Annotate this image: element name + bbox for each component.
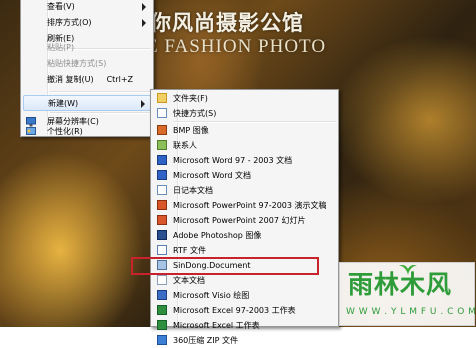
excel-icon (157, 320, 167, 330)
menu-item-new-label: 新建(W) (48, 99, 79, 108)
new-submenu-item-label: Microsoft Excel 97-2003 工作表 (173, 306, 296, 315)
rtf-icon (157, 245, 167, 255)
folder-icon (157, 93, 167, 103)
new-submenu-item-label: Microsoft PowerPoint 97-2003 演示文稿 (173, 201, 327, 210)
menu-item-new[interactable]: 新建(W) (23, 95, 151, 111)
menu-item-paste-shortcut[interactable]: 粘贴快捷方式(S) (23, 56, 151, 72)
menu-item-paste[interactable]: 粘贴(P) (23, 40, 151, 56)
new-submenu-item[interactable]: 文本文档 (153, 273, 336, 288)
new-submenu-item-label: 快捷方式(S) (173, 109, 217, 118)
menu-item-personalize[interactable]: 个性化(R) (23, 126, 151, 138)
submenu-arrow-icon (142, 19, 146, 27)
new-submenu-item[interactable]: Microsoft Word 文档 (153, 168, 336, 183)
new-submenu-item-label: Microsoft Visio 绘图 (173, 291, 250, 300)
new-submenu-item[interactable]: 日记本文档 (153, 183, 336, 198)
new-submenu-item[interactable]: 联系人 (153, 138, 336, 153)
new-submenu-item-label: RTF 文件 (173, 246, 207, 255)
new-submenu-item-label: Microsoft Excel 工作表 (173, 321, 260, 330)
menu-item-sort-by-label: 排序方式(O) (47, 18, 92, 27)
new-submenu-item[interactable]: Microsoft Visio 绘图 (153, 288, 336, 303)
menu-item-undo-copy-shortcut: Ctrl+Z (106, 75, 133, 84)
submenu-arrow-icon (142, 3, 146, 11)
new-submenu-item-label: 日记本文档 (173, 186, 213, 195)
new-submenu-item[interactable]: RTF 文件 (153, 243, 336, 258)
submenu-arrow-icon (141, 100, 145, 108)
menu-item-paste-shortcut-label: 粘贴快捷方式(S) (47, 59, 107, 68)
new-submenu-item[interactable]: 360压缩 ZIP 文件 (153, 333, 336, 348)
menu-item-sort-by[interactable]: 排序方式(O) (23, 15, 151, 31)
new-submenu-item-label: 联系人 (173, 141, 197, 150)
photoshop-icon (157, 230, 167, 240)
new-submenu-item[interactable]: Microsoft Word 97 - 2003 文档 (153, 153, 336, 168)
zip-icon (157, 335, 167, 345)
menu-item-personalize-label: 个性化(R) (47, 127, 83, 136)
new-submenu-item[interactable]: Microsoft Excel 工作表 (153, 318, 336, 333)
new-submenu-item-label: Adobe Photoshop 图像 (173, 231, 262, 240)
text-document-icon (157, 275, 167, 285)
leaf-icon (398, 261, 418, 277)
watermark-url: W W W . Y L M F U . C O M (346, 307, 476, 317)
highlight-annotation-box (131, 257, 319, 275)
menu-item-undo-copy[interactable]: 撤消 复制(U) Ctrl+Z (23, 72, 151, 88)
visio-icon (157, 290, 167, 300)
shortcut-icon (157, 108, 167, 118)
new-submenu-item-label: Microsoft Word 文档 (173, 171, 252, 180)
personalize-icon (26, 127, 36, 137)
new-submenu-item-label: 文件夹(F) (173, 94, 208, 103)
new-submenu-item[interactable]: BMP 图像 (153, 123, 336, 138)
bmp-icon (157, 125, 167, 135)
menu-item-view[interactable]: 查看(V) (23, 0, 151, 15)
new-submenu-item[interactable]: Microsoft Excel 97-2003 工作表 (153, 303, 336, 318)
powerpoint-icon (157, 215, 167, 225)
new-submenu-item-label: 文本文档 (173, 276, 205, 285)
new-submenu-item[interactable]: 快捷方式(S) (153, 106, 336, 121)
wallpaper-title-chinese: 你风尚摄影公馆 (150, 10, 304, 35)
menu-item-paste-label: 粘贴(P) (47, 43, 75, 52)
new-submenu-item-label: Microsoft Word 97 - 2003 文档 (173, 156, 293, 165)
new-submenu-item[interactable]: Adobe Photoshop 图像 (153, 228, 336, 243)
new-submenu-item[interactable]: Microsoft PowerPoint 97-2003 演示文稿 (153, 198, 336, 213)
excel-icon (157, 305, 167, 315)
new-submenu: 文件夹(F) 快捷方式(S) BMP 图像 联系人 Microsoft Word 97 … (150, 89, 339, 345)
word-icon (157, 170, 167, 180)
word-icon (157, 155, 167, 165)
desktop-context-menu-panel: 查看(V) 排序方式(O) 刷新(E) 粘贴(P) 粘贴快捷方式(S) 撤消 复… (20, 0, 154, 137)
menu-item-undo-copy-label: 撤消 复制(U) (47, 75, 94, 84)
new-submenu-item-label: Microsoft PowerPoint 2007 幻灯片 (173, 216, 306, 225)
new-submenu-item-label: BMP 图像 (173, 126, 209, 135)
powerpoint-icon (157, 200, 167, 210)
watermark: 雨林木风 W W W . Y L M F U . C O M (339, 261, 476, 326)
wallpaper-title-english: E FASHION PHOTO (146, 36, 327, 57)
new-submenu-item[interactable]: Microsoft PowerPoint 2007 幻灯片 (153, 213, 336, 228)
menu-item-view-label: 查看(V) (47, 2, 75, 11)
new-submenu-item-label: 360压缩 ZIP 文件 (173, 336, 239, 345)
contact-icon (157, 140, 167, 150)
new-submenu-item[interactable]: 文件夹(F) (153, 91, 336, 106)
journal-icon (157, 185, 167, 195)
menu-separator (50, 91, 151, 93)
